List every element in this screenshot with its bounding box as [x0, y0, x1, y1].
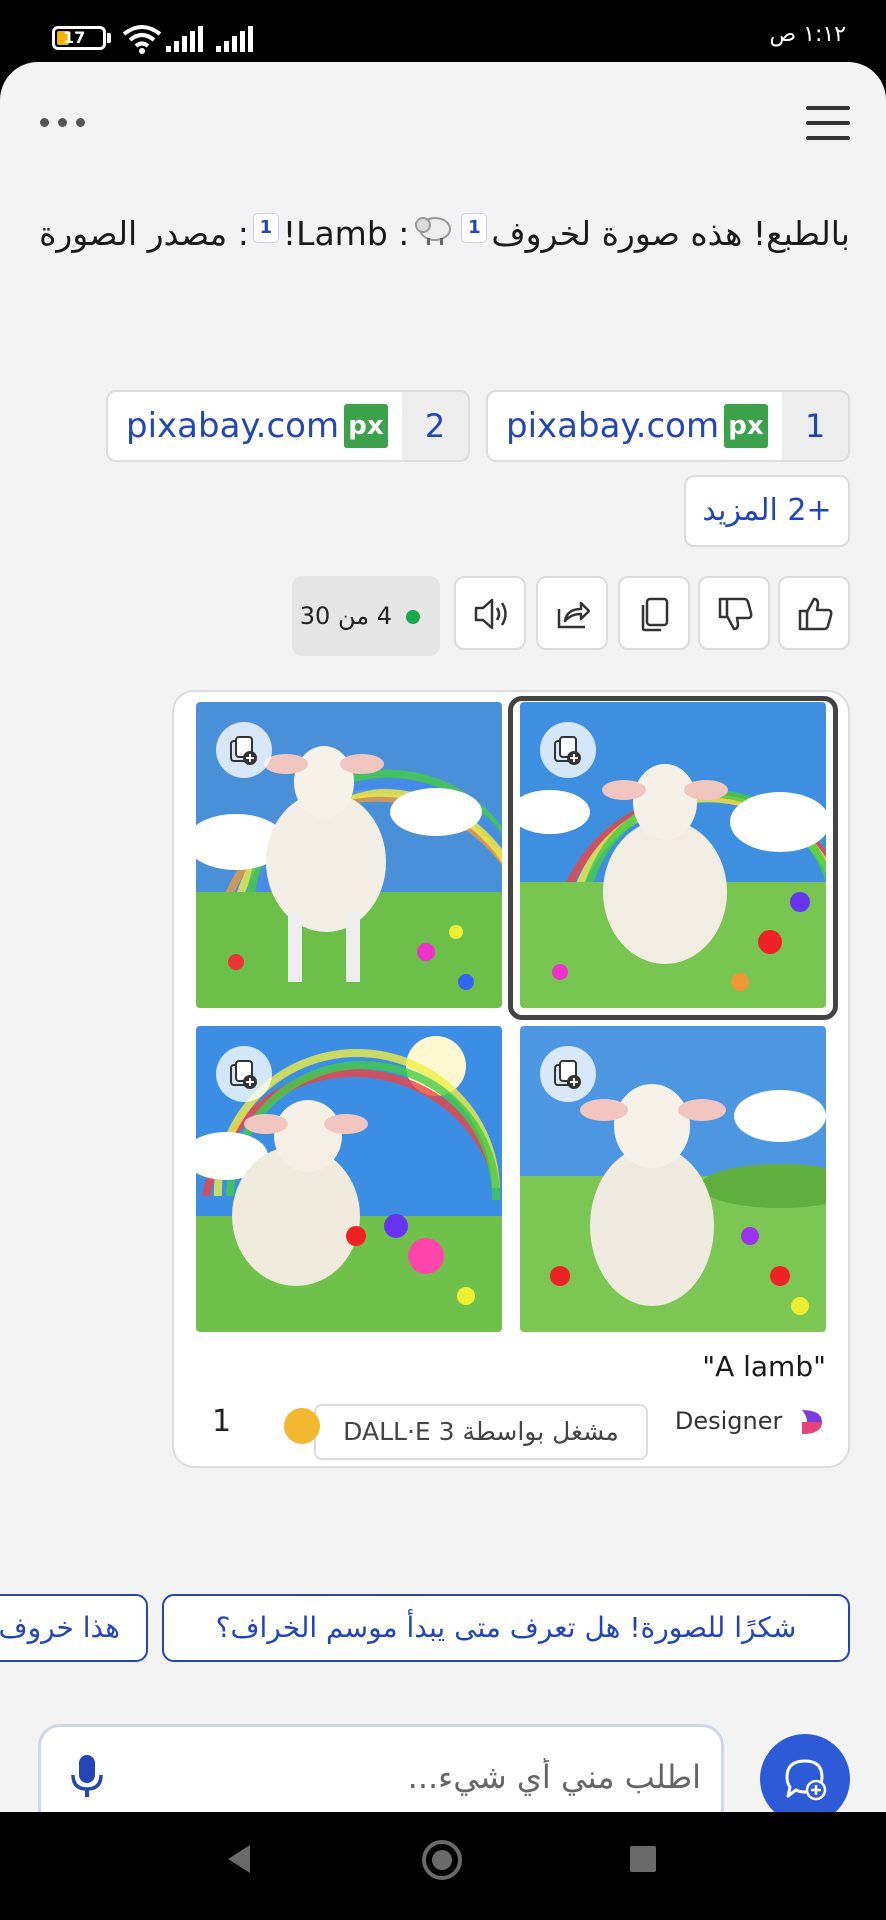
boost-counter: 1 — [212, 1404, 320, 1444]
designer-link[interactable]: Designer — [675, 1406, 826, 1438]
generated-image-1[interactable] — [196, 702, 502, 1008]
chat-input-field[interactable] — [131, 1747, 701, 1807]
source-chip-2[interactable]: pixabay.com px 2 — [106, 390, 470, 462]
powered-by-dalle-badge[interactable]: مشغل بواسطة DALL·E 3 — [314, 1404, 648, 1460]
wifi-icon — [122, 25, 162, 54]
like-button[interactable] — [778, 576, 850, 650]
signal-icon — [166, 26, 203, 52]
counter-text: 4 من 30 — [299, 602, 392, 630]
new-topic-button[interactable] — [760, 1734, 850, 1812]
collection-add-icon — [230, 736, 257, 765]
add-to-collection-button[interactable] — [216, 1046, 272, 1102]
share-icon — [557, 601, 591, 629]
system-navigation-bar — [0, 1812, 886, 1920]
message-text: بالطبع! هذه صورة لخروف — [491, 214, 850, 253]
image-prompt: "A lamb" — [702, 1350, 826, 1383]
generated-image-3[interactable] — [196, 1026, 502, 1332]
copy-button[interactable] — [618, 576, 690, 650]
citation-1[interactable]: 1 — [461, 213, 488, 243]
source-number: 1 — [782, 392, 848, 460]
source-label: pixabay.com — [506, 406, 720, 446]
source-label: pixabay.com — [126, 406, 340, 446]
add-to-collection-button[interactable] — [216, 722, 272, 778]
hamburger-menu-button[interactable] — [804, 104, 852, 142]
assistant-message: بالطبع! هذه صورة لخروف1: Lamb!1: مصدر ال… — [30, 198, 850, 272]
message-text-end: : مصدر الصورة — [39, 214, 249, 253]
response-counter: 4 من 30 — [292, 576, 440, 656]
generated-image-2[interactable] — [520, 702, 826, 1008]
suggestion-chip-1[interactable]: شكرًا للصورة! هل تعرف متى يبدأ موسم الخر… — [162, 1594, 850, 1662]
share-button[interactable] — [536, 576, 608, 650]
pixabay-logo-icon: px — [724, 404, 768, 448]
thumbs-down-icon — [718, 597, 753, 631]
back-icon[interactable] — [224, 1842, 254, 1876]
source-chip-1[interactable]: pixabay.com px 1 — [486, 390, 850, 462]
chat-input-box — [38, 1724, 724, 1812]
message-text-mid: : Lamb! — [282, 214, 410, 253]
designer-logo-icon — [802, 1410, 822, 1434]
collection-add-icon — [554, 1060, 581, 1089]
dislike-button[interactable] — [698, 576, 770, 650]
boost-count: 1 — [212, 1404, 232, 1439]
status-bar: 17 ١:١٢ ص — [0, 0, 886, 62]
recent-apps-icon[interactable] — [628, 1844, 658, 1874]
citation-2[interactable]: 1 — [252, 213, 279, 243]
designer-label: Designer — [674, 1407, 783, 1435]
collection-add-icon — [230, 1060, 257, 1089]
sheep-emoji-icon — [413, 200, 453, 272]
add-to-collection-button[interactable] — [540, 1046, 596, 1102]
more-sources-button[interactable]: +2 المزيد — [684, 475, 850, 547]
chat-screen: بالطبع! هذه صورة لخروف1: Lamb!1: مصدر ال… — [0, 62, 886, 1812]
boost-coin-icon — [284, 1408, 320, 1444]
add-to-collection-button[interactable] — [540, 722, 596, 778]
speaker-icon — [474, 598, 507, 630]
suggestion-chip-2[interactable]: هذا خروف — [0, 1594, 148, 1662]
collection-add-icon — [554, 736, 581, 765]
microphone-icon[interactable] — [69, 1753, 105, 1799]
source-number: 2 — [402, 392, 468, 460]
generated-images-card: "A lamb" Designer مشغل بواسطة DALL·E 3 1 — [172, 690, 850, 1468]
signal-icon-2 — [216, 26, 253, 52]
home-icon[interactable] — [420, 1838, 464, 1882]
copy-icon — [641, 597, 669, 632]
status-dot-icon — [406, 610, 420, 624]
battery-icon: 17 — [52, 26, 106, 50]
read-aloud-button[interactable] — [454, 576, 526, 650]
more-options-button[interactable] — [38, 110, 88, 134]
pixabay-logo-icon: px — [344, 404, 388, 448]
new-chat-icon — [785, 1759, 827, 1801]
generated-image-4[interactable] — [520, 1026, 826, 1332]
clock: ١:١٢ ص — [769, 22, 846, 47]
thumbs-up-icon — [798, 597, 833, 631]
battery-level: 17 — [63, 28, 86, 47]
